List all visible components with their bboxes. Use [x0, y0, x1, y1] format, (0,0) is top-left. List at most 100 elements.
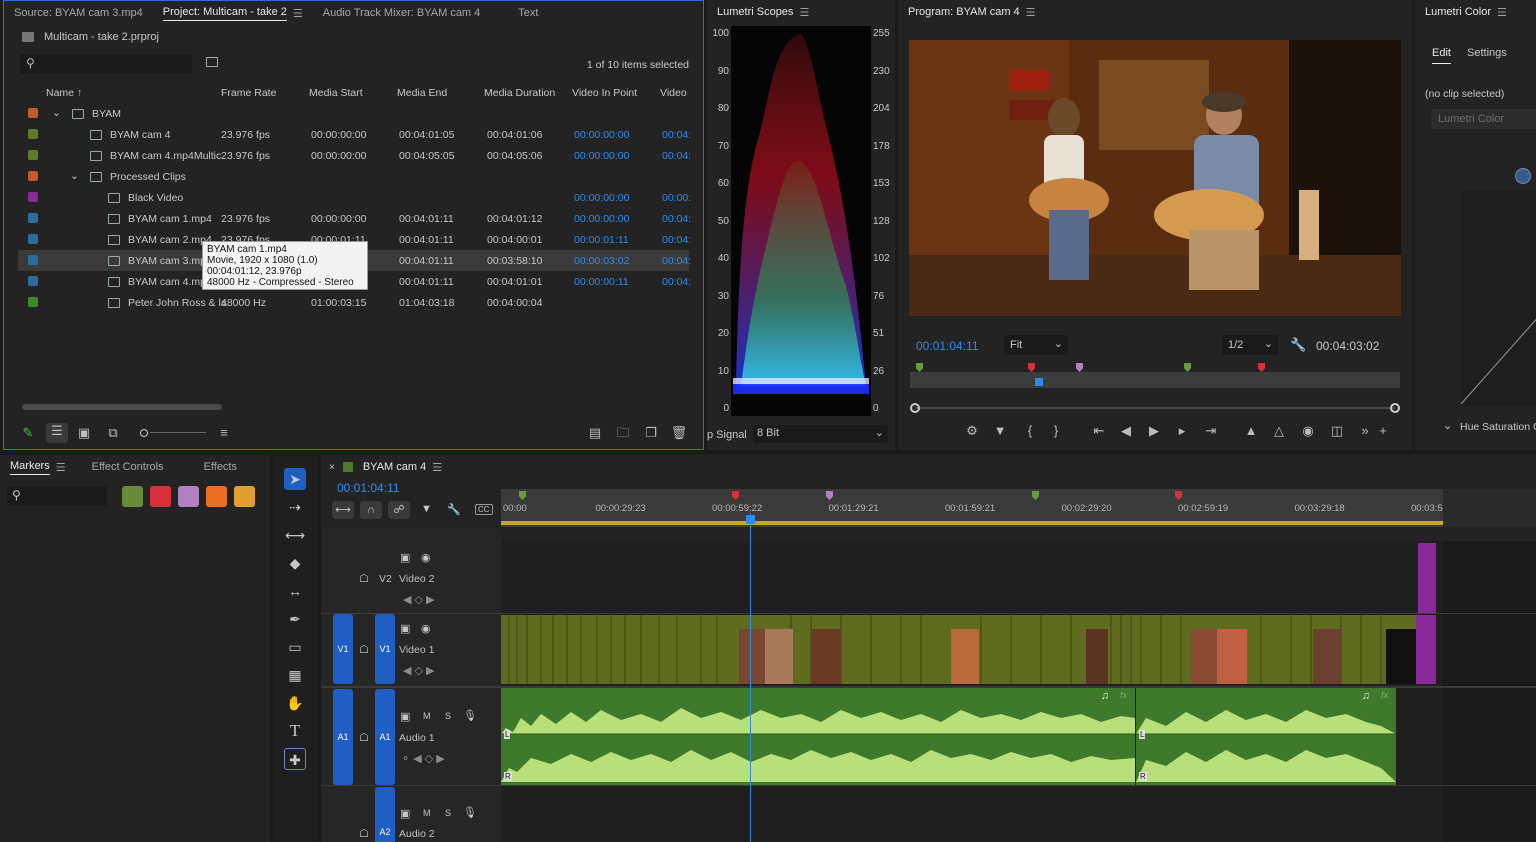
lock-icon[interactable]: ☖	[359, 572, 369, 585]
col-frame-rate[interactable]: Frame Rate	[221, 87, 276, 99]
audio1-clip-left[interactable]: L R ♫ fx	[501, 688, 1135, 785]
project-row[interactable]: ⌄ BYAM	[18, 103, 689, 124]
track-target-a2[interactable]: A2	[375, 787, 395, 842]
tab-audio-track-mixer[interactable]: Audio Track Mixer: BYAM cam 4	[313, 1, 491, 25]
chevron-down-icon[interactable]: ⌄	[1443, 419, 1452, 432]
marker-green[interactable]	[916, 363, 923, 372]
lock-icon[interactable]: ☖	[359, 643, 369, 656]
tab-lumetri-color[interactable]: Lumetri Color ☰	[1415, 0, 1517, 24]
timeline-settings-icon[interactable]: 🔧	[447, 503, 461, 516]
zoom-slider[interactable]	[140, 429, 206, 437]
eye-icon[interactable]: ◉	[421, 622, 431, 635]
project-row[interactable]: Black Video 00:00:00:00 00:00:	[18, 187, 691, 208]
new-bin-icon[interactable]: 🗀	[614, 425, 632, 441]
audio1-clip-right[interactable]: L R ♫ fx	[1136, 688, 1396, 785]
new-search-bin-icon[interactable]	[206, 57, 218, 67]
tab-effect-controls[interactable]: Effect Controls	[82, 455, 174, 479]
tab-text[interactable]: Text	[508, 1, 548, 25]
marker-color-filter[interactable]	[206, 486, 227, 507]
panel-menu-icon[interactable]: ☰	[432, 461, 442, 474]
label-color-swatch[interactable]	[28, 213, 38, 223]
nest-toggle-icon[interactable]: ⟷	[332, 501, 354, 519]
project-row[interactable]: BYAM cam 4 23.976 fps 00:00:00:00 00:04:01:…	[18, 124, 691, 145]
step-back-icon[interactable]: ◀	[1118, 423, 1134, 439]
tab-edit[interactable]: Edit	[1432, 47, 1451, 64]
pen-tool-icon[interactable]: ✒	[284, 608, 306, 630]
lock-icon[interactable]: ☖	[359, 731, 369, 744]
snap-icon[interactable]: ∩	[360, 501, 382, 519]
panel-menu-icon[interactable]: ☰	[293, 7, 303, 20]
hand-tool-icon[interactable]: ✋	[284, 692, 306, 714]
label-color-swatch[interactable]	[28, 234, 38, 244]
marker-color-filter[interactable]	[178, 486, 199, 507]
settings-wrench-icon[interactable]: 🔧	[1290, 337, 1306, 353]
resolution-dropdown[interactable]: 1/2 ⌄	[1222, 335, 1278, 355]
tab-program[interactable]: Program: BYAM cam 4 ☰	[898, 0, 1046, 24]
cell-video-in[interactable]: 00:00:00:00	[574, 150, 629, 162]
freeform-view-icon[interactable]: ⧉	[104, 425, 122, 441]
cell-video-out[interactable]: 00:04:	[662, 129, 691, 141]
cell-video-out[interactable]: 00:04:	[662, 276, 691, 288]
program-zoom-bar[interactable]	[910, 403, 1400, 413]
panel-menu-icon[interactable]: ☰	[1497, 6, 1507, 19]
extract-icon[interactable]: △	[1270, 423, 1288, 439]
marker-red[interactable]	[1258, 363, 1265, 372]
panel-menu-icon[interactable]: ☰	[1026, 6, 1036, 19]
source-patch-a1[interactable]: A1	[333, 689, 353, 785]
label-color-swatch[interactable]	[28, 255, 38, 265]
mark-out-icon[interactable]: }	[1048, 423, 1064, 439]
razor-tool-icon[interactable]: ◆	[284, 552, 306, 574]
zoom-bar-right-handle[interactable]	[1390, 403, 1400, 413]
label-color-swatch[interactable]	[28, 297, 38, 307]
tab-sequence[interactable]: BYAM cam 4 ☰	[353, 455, 452, 479]
label-color-swatch[interactable]	[28, 171, 38, 181]
project-search-box[interactable]: ⚲	[20, 54, 192, 74]
add-marker-icon[interactable]: ▼	[421, 503, 432, 515]
marker-green[interactable]	[1184, 363, 1191, 372]
keyframe-nav[interactable]: ⚬ ◀ ◇ ▶	[401, 752, 445, 765]
toggle-track-output-icon[interactable]: ▣	[400, 807, 410, 820]
mute-button[interactable]: M	[423, 711, 431, 721]
cell-video-out[interactable]: 00:04:	[662, 234, 691, 246]
generative-extend-tool-icon[interactable]: ✚	[284, 748, 306, 770]
cell-video-in[interactable]: 00:00:00:00	[574, 129, 629, 141]
col-media-end[interactable]: Media End	[397, 87, 447, 99]
track-target-a1[interactable]: A1	[375, 689, 395, 785]
program-ruler[interactable]	[910, 363, 1400, 388]
selection-tool-icon[interactable]: ➤	[284, 468, 306, 490]
signal-dropdown[interactable]: 8 Bit ⌄	[753, 425, 888, 443]
eye-icon[interactable]: ◉	[421, 551, 431, 564]
timeline-ruler[interactable]: 00:00 00:00:29:23 00:00:59:22 00:01:29:21 00…	[501, 489, 1536, 527]
pencil-icon[interactable]: ✎	[20, 425, 36, 441]
lumetri-dropdown[interactable]: Lumetri Color	[1431, 109, 1536, 129]
timeline-playhead-handle[interactable]	[746, 515, 755, 524]
tab-effects[interactable]: Effects	[194, 455, 247, 479]
type-tool-icon[interactable]: T	[284, 720, 306, 742]
label-color-swatch[interactable]	[28, 108, 38, 118]
toggle-track-output-icon[interactable]: ▣	[400, 551, 410, 564]
timeline-timecode[interactable]: 00:01:04:11	[337, 481, 400, 495]
col-video[interactable]: Video	[660, 87, 687, 99]
label-color-swatch[interactable]	[28, 276, 38, 286]
fx-badge[interactable]: fx	[1120, 690, 1127, 700]
add-marker-icon[interactable]: ▼	[992, 423, 1008, 439]
cell-video-out[interactable]: 00:00:	[662, 192, 691, 204]
program-timecode[interactable]: 00:01:04:11	[916, 339, 979, 353]
disclosure-chevron-icon[interactable]: ⌄	[52, 107, 61, 119]
slip-tool-icon[interactable]: ↔	[284, 580, 306, 602]
video1-clips[interactable]	[501, 615, 1436, 684]
curve-handle[interactable]	[1515, 168, 1531, 184]
hue-sat-section-label[interactable]: Hue Saturation Cu	[1460, 421, 1536, 433]
trash-icon[interactable]: 🗑	[670, 425, 688, 441]
disclosure-chevron-icon[interactable]: ⌄	[70, 170, 79, 182]
mute-button[interactable]: M	[423, 808, 431, 818]
marker-red[interactable]	[1028, 363, 1035, 372]
project-search-input[interactable]	[42, 56, 182, 72]
mark-in-icon[interactable]: {	[1022, 423, 1038, 439]
zoom-select-tool-icon[interactable]: ▦	[284, 664, 306, 686]
col-media-duration[interactable]: Media Duration	[484, 87, 555, 99]
cell-video-in[interactable]: 00:00:00:00	[574, 213, 629, 225]
icon-view-icon[interactable]: ▣	[76, 425, 92, 441]
label-color-swatch[interactable]	[28, 129, 38, 139]
toggle-track-output-icon[interactable]: ▣	[400, 710, 410, 723]
